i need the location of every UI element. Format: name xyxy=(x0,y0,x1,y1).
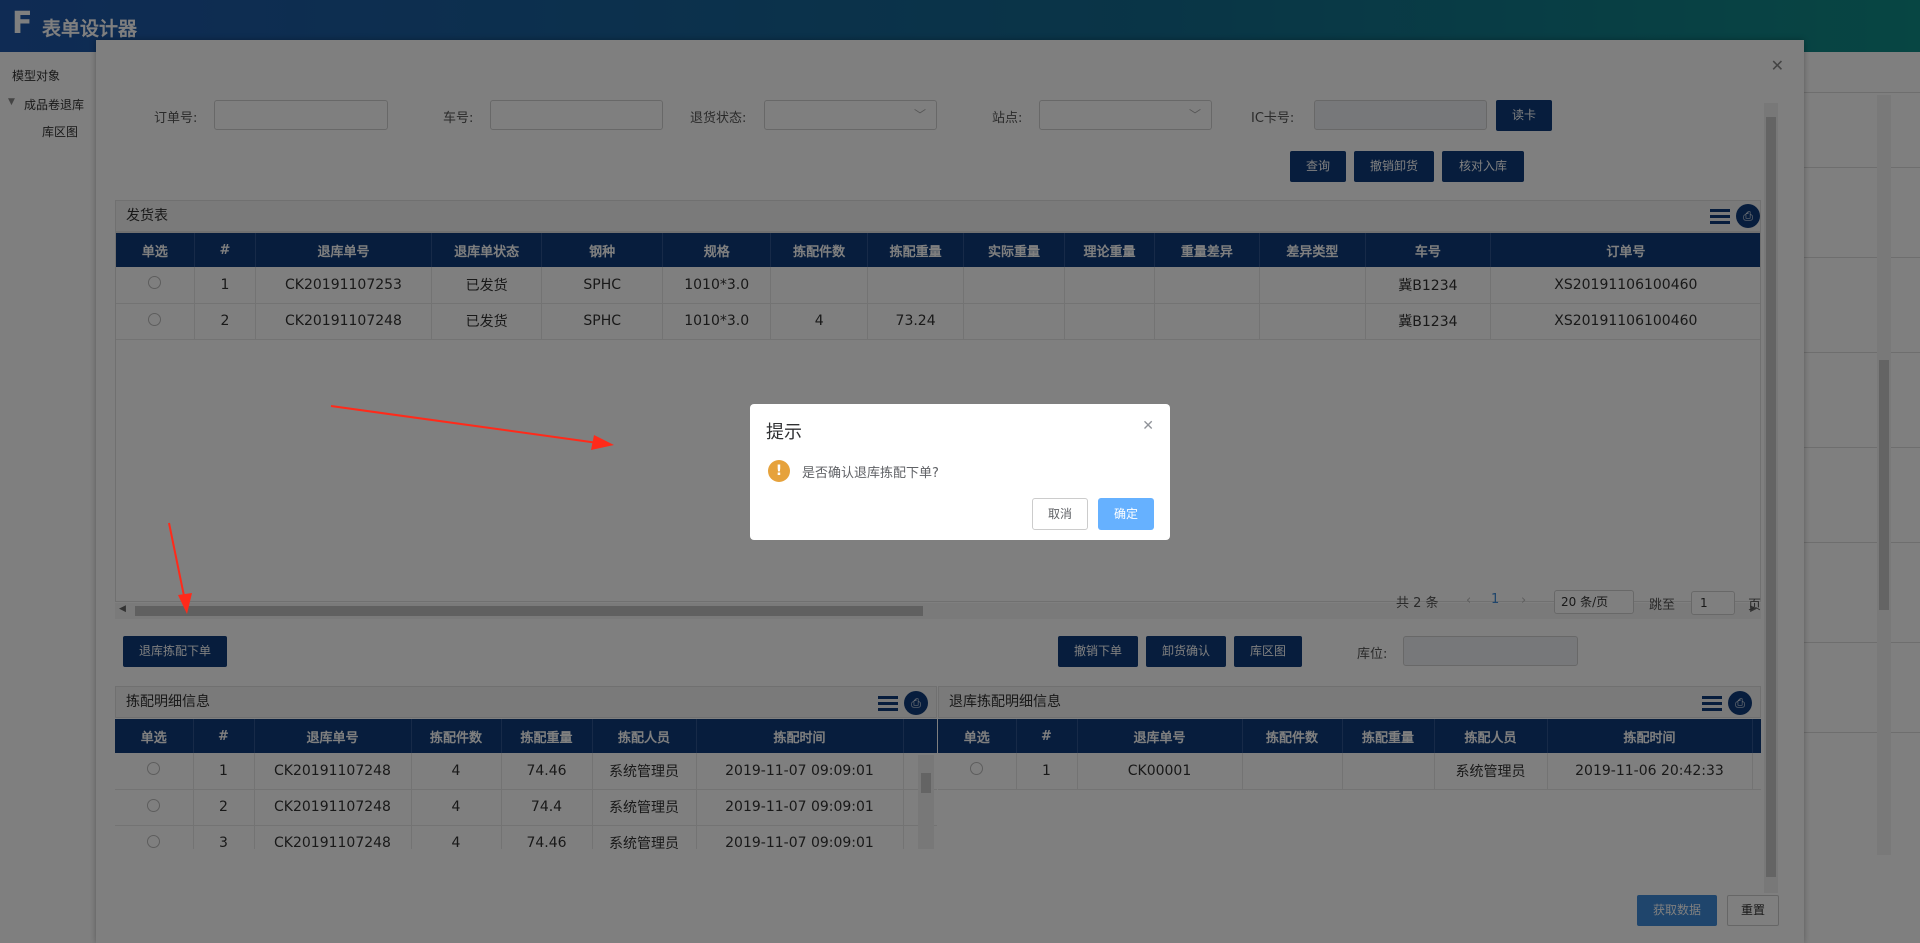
annotation-arrow xyxy=(330,405,599,444)
annotation-arrowhead xyxy=(178,593,192,614)
annotation-arrowhead xyxy=(591,435,614,450)
annotation-arrows xyxy=(168,405,614,614)
annotation-arrow xyxy=(168,522,185,597)
